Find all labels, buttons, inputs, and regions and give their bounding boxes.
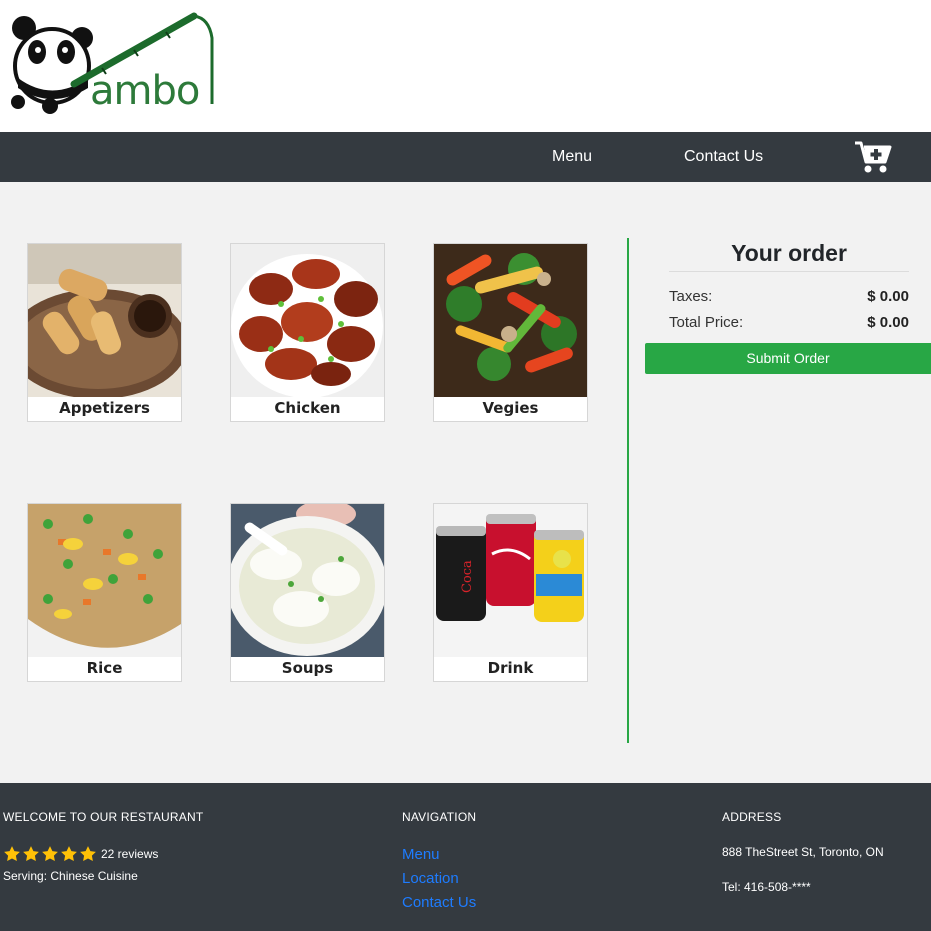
- category-card-chicken[interactable]: Chicken: [230, 243, 385, 422]
- rice-image: [28, 504, 181, 657]
- star-icon: [4, 846, 20, 862]
- order-title: Your order: [669, 240, 909, 272]
- reviews-count: 22 reviews: [101, 847, 159, 861]
- footer-navigation-heading: NAVIGATION: [402, 810, 477, 824]
- star-icon: [61, 846, 77, 862]
- header: ambo: [0, 0, 931, 132]
- footer-link-contact[interactable]: Contact Us: [402, 894, 476, 911]
- star-icon: [80, 846, 96, 862]
- category-card-vegies[interactable]: Vegies: [433, 243, 588, 422]
- taxes-row: Taxes: $ 0.00: [669, 288, 909, 305]
- drink-image: Coca: [434, 504, 587, 657]
- total-value: $ 0.00: [867, 314, 909, 331]
- vegies-image: [434, 244, 587, 397]
- nav-menu-link[interactable]: Menu: [552, 148, 592, 166]
- address-tel: Tel: 416-508-****: [722, 880, 811, 894]
- total-row: Total Price: $ 0.00: [669, 314, 909, 331]
- footer-address-heading: ADDRESS: [722, 810, 782, 824]
- category-card-appetizers[interactable]: Appetizers: [27, 243, 182, 422]
- submit-order-button[interactable]: Submit Order: [645, 343, 931, 374]
- footer-link-menu[interactable]: Menu: [402, 846, 440, 863]
- category-label: Drink: [487, 659, 534, 677]
- total-label: Total Price:: [669, 314, 744, 331]
- taxes-label: Taxes:: [669, 288, 713, 305]
- logo-text: ambo: [90, 68, 199, 114]
- footer-welcome-heading: WELCOME TO OUR RESTAURANT: [3, 810, 204, 824]
- serving-text: Serving: Chinese Cuisine: [3, 869, 138, 883]
- nav-contact-link[interactable]: Contact Us: [684, 148, 763, 166]
- category-label: Rice: [86, 659, 123, 677]
- taxes-value: $ 0.00: [867, 288, 909, 305]
- appetizers-image: [28, 244, 181, 397]
- soups-image: [231, 504, 384, 657]
- rating-stars: 22 reviews: [3, 845, 158, 863]
- category-label: Appetizers: [59, 399, 150, 417]
- category-label: Soups: [281, 659, 334, 677]
- bamboo-panda-logo[interactable]: ambo: [4, 8, 240, 118]
- star-icon: [23, 846, 39, 862]
- star-icon: [42, 846, 58, 862]
- address-street: 888 TheStreet St, Toronto, ON: [722, 845, 884, 859]
- category-label: Chicken: [274, 399, 341, 417]
- cart-plus-icon[interactable]: [854, 140, 892, 174]
- category-card-drink[interactable]: Coca Drink: [433, 503, 588, 682]
- footer-link-location[interactable]: Location: [402, 870, 459, 887]
- order-divider: [627, 238, 629, 743]
- category-card-rice[interactable]: Rice: [27, 503, 182, 682]
- category-label: Vegies: [482, 399, 539, 417]
- top-navbar: Menu Contact Us: [0, 132, 931, 182]
- footer: WELCOME TO OUR RESTAURANT 22 reviews Ser…: [0, 783, 931, 931]
- category-card-soups[interactable]: Soups: [230, 503, 385, 682]
- chicken-image: [231, 244, 384, 397]
- svg-text:Coca: Coca: [460, 560, 475, 593]
